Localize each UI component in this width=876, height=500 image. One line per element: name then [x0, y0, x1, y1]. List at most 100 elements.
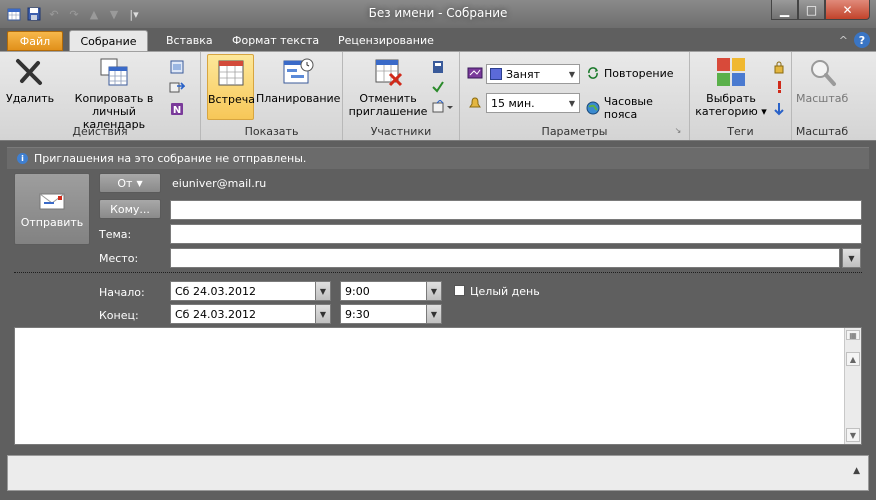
- subject-input[interactable]: [170, 224, 862, 244]
- location-label: Место:: [99, 252, 139, 265]
- end-date-input[interactable]: Сб 24.03.2012: [170, 304, 316, 324]
- chevron-down-icon: ▼: [430, 286, 438, 296]
- time-zones-button[interactable]: Часовые пояса: [586, 95, 689, 121]
- check-names-icon[interactable]: [429, 78, 447, 96]
- scroll-down-icon[interactable]: ▼: [846, 428, 860, 442]
- categorize-button[interactable]: Выбрать категорию ▾: [694, 54, 768, 118]
- cancel-label-line2: приглашение: [348, 105, 428, 118]
- appointment-icon: [215, 57, 247, 89]
- zoom-button[interactable]: Масштаб: [796, 54, 848, 105]
- to-button[interactable]: Кому...: [99, 199, 161, 219]
- from-label: От: [117, 176, 133, 190]
- tab-review[interactable]: Рецензирование: [326, 30, 446, 52]
- from-button[interactable]: От ▼: [99, 173, 161, 193]
- send-button[interactable]: Отправить: [14, 173, 90, 245]
- chevron-down-icon: ▼: [136, 178, 143, 188]
- delete-button[interactable]: Удалить: [6, 54, 55, 105]
- body-scrollbar[interactable]: ▦ ▲ ▼: [844, 328, 861, 444]
- scheduling-button[interactable]: Планирование: [256, 54, 340, 105]
- delete-icon: [13, 56, 45, 88]
- scheduling-label: Планирование: [256, 92, 341, 105]
- send-label: Отправить: [20, 216, 84, 229]
- end-time-input[interactable]: 9:30: [340, 304, 427, 324]
- tab-meeting[interactable]: Собрание: [69, 30, 148, 52]
- reminder-value: 15 мин.: [491, 96, 535, 110]
- show-as-select[interactable]: Занят ▼: [486, 64, 580, 84]
- close-button[interactable]: ✕: [825, 0, 870, 20]
- category-label-line1: Выбрать: [706, 92, 756, 105]
- scheduling-icon: [282, 56, 314, 88]
- start-date-dropdown[interactable]: ▼: [315, 281, 331, 301]
- chevron-down-icon: ▼: [319, 309, 327, 319]
- svg-text:N: N: [173, 105, 181, 116]
- to-input[interactable]: [170, 200, 862, 220]
- tab-format-text[interactable]: Формат текста: [220, 30, 331, 52]
- cancel-invitation-button[interactable]: Отменить приглашение: [348, 54, 428, 118]
- magnifier-icon: [806, 56, 838, 88]
- category-label-line2: категорию ▾: [695, 105, 767, 118]
- response-options-icon[interactable]: [429, 98, 457, 116]
- chevron-down-icon: ▼: [430, 309, 438, 319]
- copy-calendar-icon: [98, 56, 130, 88]
- end-time-dropdown[interactable]: ▼: [426, 304, 442, 324]
- group-zoom: Масштаб Масштаб: [792, 52, 852, 140]
- high-importance-icon[interactable]: [770, 78, 788, 96]
- minimize-button[interactable]: ▁: [771, 0, 798, 20]
- help-icon[interactable]: ?: [854, 32, 870, 48]
- minimize-ribbon-icon[interactable]: ^: [839, 34, 848, 47]
- start-time-dropdown[interactable]: ▼: [426, 281, 442, 301]
- ribbon-tabs: Файл Собрание Вставка Формат текста Реце…: [0, 28, 876, 52]
- ruler-toggle-icon[interactable]: ▦: [846, 330, 860, 340]
- forward-icon[interactable]: [168, 78, 186, 96]
- reminder-select[interactable]: 15 мин. ▼: [486, 93, 580, 113]
- location-input[interactable]: [170, 248, 840, 268]
- group-show-label: Показать: [244, 125, 299, 138]
- busy-swatch: [490, 68, 502, 80]
- start-date-input[interactable]: Сб 24.03.2012: [170, 281, 316, 301]
- all-day-label: Целый день: [470, 285, 540, 298]
- ribbon: Удалить Копировать в личный календарь N …: [0, 51, 876, 141]
- show-as-icon: [466, 64, 484, 82]
- from-address: eiuniver@mail.ru: [172, 177, 267, 190]
- time-zones-label: Часовые пояса: [603, 95, 653, 121]
- start-time-input[interactable]: 9:00: [340, 281, 427, 301]
- group-attendees-label: Участники: [370, 125, 432, 138]
- group-actions: Удалить Копировать в личный календарь N …: [0, 52, 201, 140]
- message-body[interactable]: ▦ ▲ ▼: [14, 327, 862, 445]
- onenote-icon[interactable]: N: [168, 100, 186, 118]
- info-bar: i Приглашения на это собрание не отправл…: [7, 147, 869, 169]
- info-icon: i: [17, 153, 28, 164]
- group-attendees: Отменить приглашение Участники: [343, 52, 460, 140]
- tab-file[interactable]: Файл: [7, 31, 63, 51]
- separator-line: [14, 272, 862, 273]
- meeting-view-button[interactable]: Встреча: [207, 54, 255, 120]
- meeting-label: Встреча: [208, 93, 255, 106]
- group-options: Занят ▼ Повторение 15 мин. ▼ Часовые поя…: [460, 52, 690, 140]
- zoom-label: Масштаб: [796, 92, 849, 105]
- tab-insert[interactable]: Вставка: [154, 30, 225, 52]
- cancel-invitation-icon: [372, 56, 404, 88]
- copy-to-calendar-button[interactable]: Копировать в личный календарь: [66, 54, 162, 131]
- start-label: Начало:: [99, 286, 145, 299]
- info-message: Приглашения на это собрание не отправлен…: [34, 152, 307, 165]
- address-book-icon[interactable]: [429, 58, 447, 76]
- scroll-up-icon[interactable]: ▲: [846, 352, 860, 366]
- end-date-dropdown[interactable]: ▼: [315, 304, 331, 324]
- calendar-small-icon[interactable]: [168, 58, 186, 76]
- recurrence-button[interactable]: Повторение: [586, 66, 673, 80]
- globe-icon: [586, 101, 600, 115]
- window-title: Без имени - Собрание: [368, 6, 508, 20]
- expand-people-pane-icon[interactable]: ▲: [853, 466, 860, 476]
- low-importance-icon[interactable]: [770, 100, 788, 118]
- envelope-icon: [37, 192, 67, 212]
- group-zoom-label: Масштаб: [795, 125, 849, 138]
- all-day-checkbox[interactable]: [454, 285, 465, 296]
- copy-label-line1: Копировать в: [74, 92, 154, 105]
- delete-label: Удалить: [6, 92, 55, 105]
- location-dropdown-button[interactable]: ▼: [842, 248, 861, 268]
- private-lock-icon[interactable]: [770, 58, 788, 76]
- maximize-button[interactable]: □: [798, 0, 825, 20]
- window-controls: ▁ □ ✕: [771, 0, 870, 20]
- subject-label: Тема:: [99, 228, 132, 241]
- chevron-down-icon: ▼: [568, 69, 576, 79]
